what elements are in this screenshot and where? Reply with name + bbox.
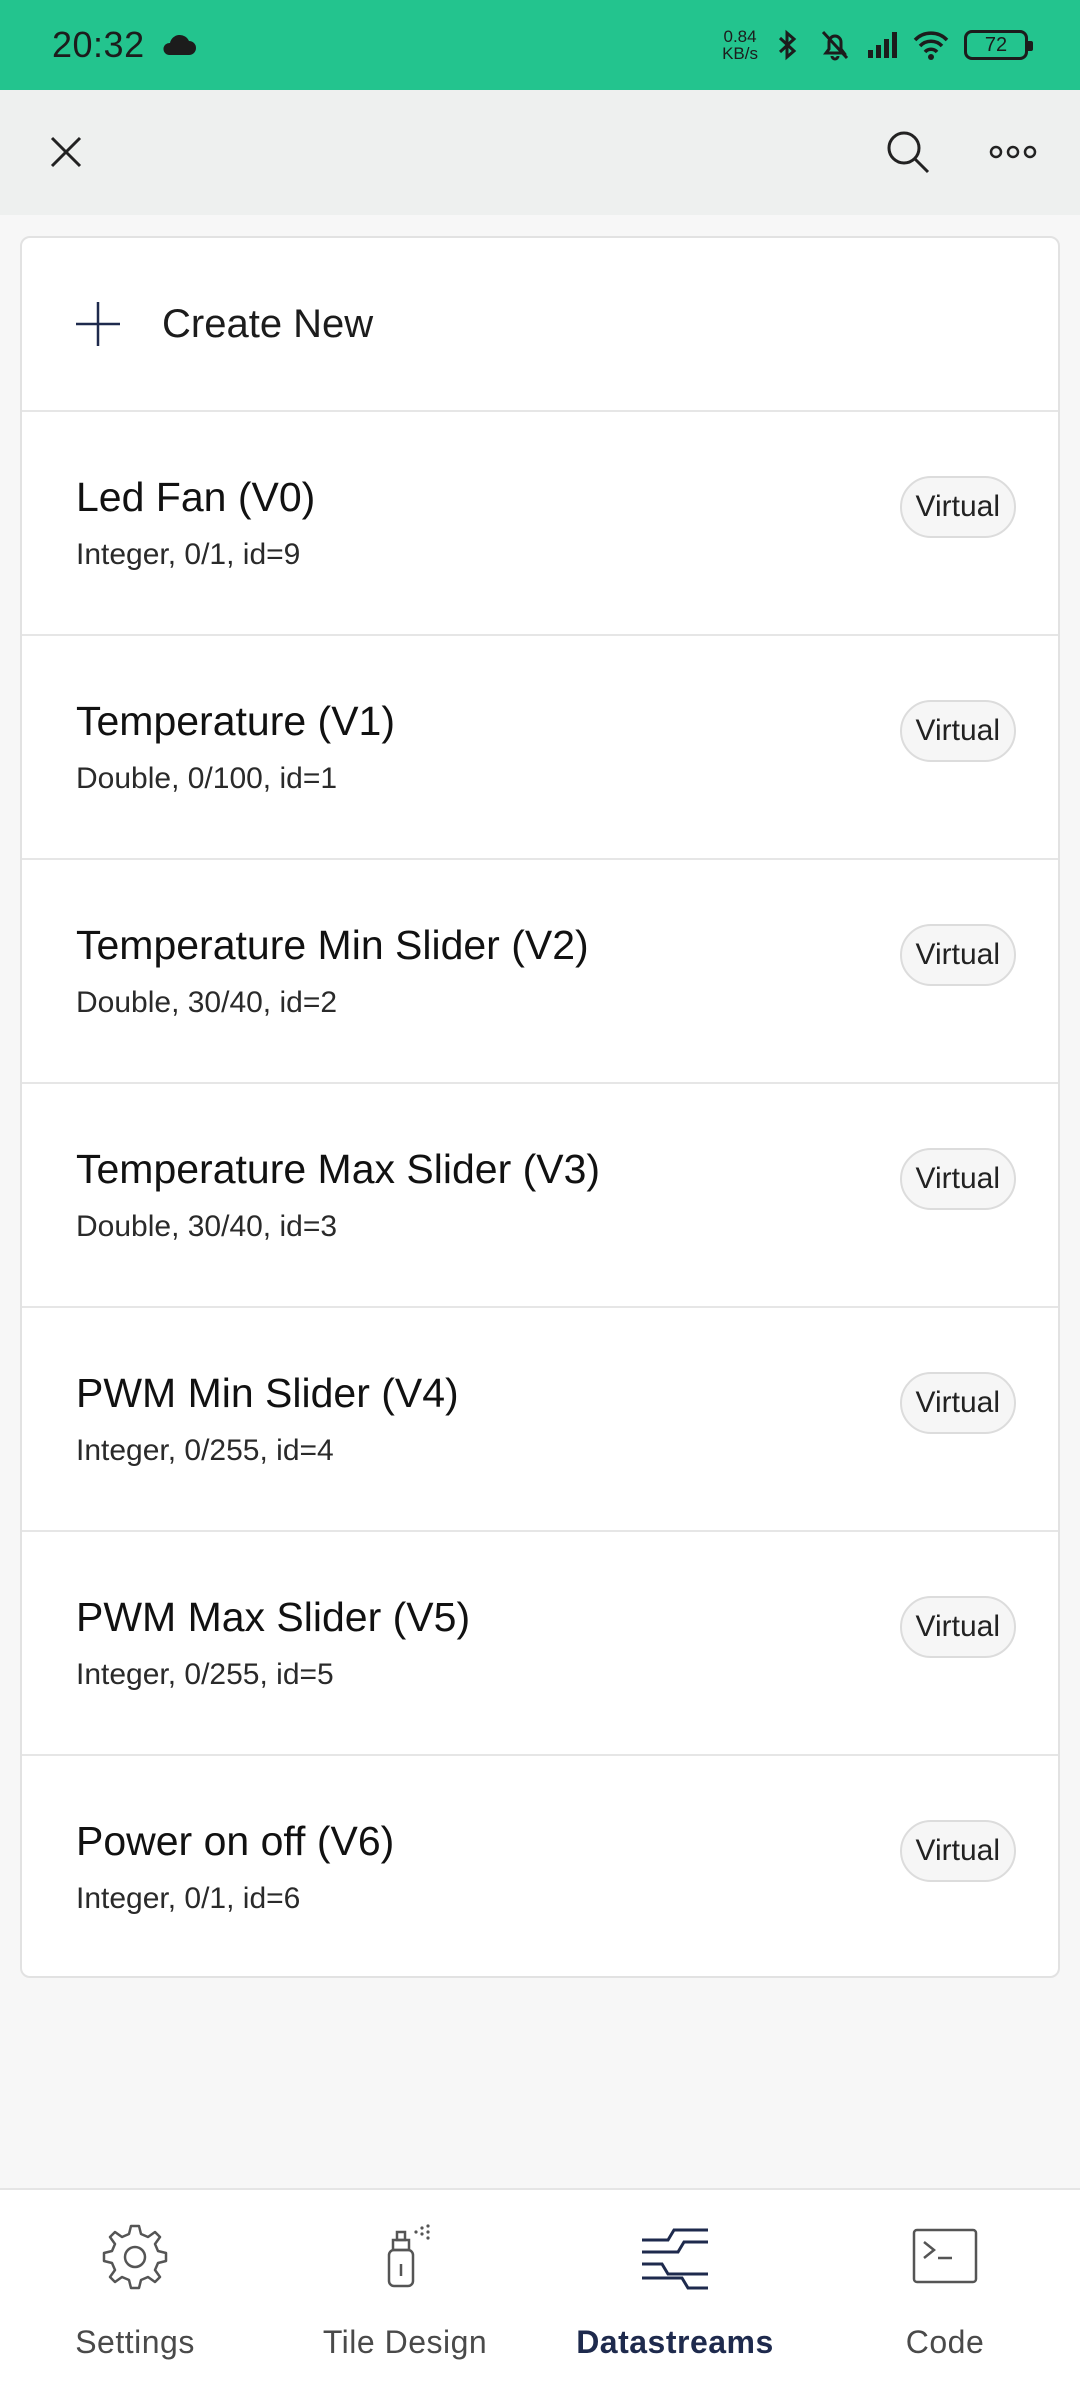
datastream-row[interactable]: Temperature Max Slider (V3) Double, 30/4… [22, 1084, 1058, 1308]
nav-tab-settings[interactable]: Settings [0, 2190, 270, 2400]
nav-tab-code[interactable]: Code [810, 2190, 1080, 2400]
plus-icon [76, 302, 120, 346]
more-options-button[interactable] [981, 120, 1045, 184]
battery-indicator: 72 [964, 30, 1033, 60]
nav-tab-datastreams[interactable]: Datastreams [540, 2190, 810, 2400]
nav-label-datastreams: Datastreams [576, 2324, 774, 2360]
datastream-title: PWM Min Slider (V4) [76, 1370, 459, 1416]
datastream-details: Integer, 0/255, id=5 [76, 1658, 334, 1691]
datastream-type-badge: Virtual [899, 476, 1016, 538]
datastream-type-badge: Virtual [899, 924, 1016, 986]
datastream-row[interactable]: PWM Min Slider (V4) Integer, 0/255, id=4… [22, 1308, 1058, 1532]
bluetooth-icon [778, 29, 797, 61]
datastream-row[interactable]: Led Fan (V0) Integer, 0/1, id=9 Virtual [22, 412, 1058, 636]
close-button[interactable] [34, 120, 98, 184]
datastream-details: Integer, 0/1, id=6 [76, 1882, 301, 1915]
bell-muted-icon [821, 30, 849, 61]
close-icon [50, 136, 82, 168]
net-speed: 0.84 KB/s [722, 28, 758, 62]
datastream-row[interactable]: Temperature Min Slider (V2) Double, 30/4… [22, 860, 1058, 1084]
datastream-title: Temperature (V1) [76, 698, 396, 744]
datastream-row[interactable]: PWM Max Slider (V5) Integer, 0/255, id=5… [22, 1532, 1058, 1756]
datastream-details: Double, 30/40, id=2 [76, 986, 338, 1019]
status-time: 20:32 [52, 24, 145, 65]
more-icon [989, 145, 1037, 159]
datastream-type-badge: Virtual [899, 1596, 1016, 1658]
gear-icon [102, 2224, 168, 2290]
datastream-details: Double, 0/100, id=1 [76, 762, 338, 795]
search-icon [887, 131, 930, 174]
datastream-details: Integer, 0/255, id=4 [76, 1434, 334, 1467]
status-icons: 0.84 KB/s 72 [722, 26, 1033, 64]
net-speed-unit: KB/s [722, 44, 758, 63]
create-new-button[interactable]: Create New [22, 238, 1058, 412]
status-bar: 20:32 0.84 KB/s 72 [0, 0, 1080, 90]
cloud-icon [163, 34, 196, 55]
search-button[interactable] [876, 120, 940, 184]
signal-icon [868, 32, 897, 58]
battery-level: 72 [984, 33, 1008, 56]
datastream-title: Led Fan (V0) [76, 474, 316, 520]
datastream-row[interactable]: Temperature (V1) Double, 0/100, id=1 Vir… [22, 636, 1058, 860]
datastream-title: Temperature Max Slider (V3) [76, 1146, 601, 1192]
datastreams-list: Create New Led Fan (V0) Integer, 0/1, id… [20, 236, 1060, 1978]
datastream-type-badge: Virtual [899, 1372, 1016, 1434]
bottom-navigation: Settings Tile Design Datastreams Code [0, 2188, 1080, 2400]
datastream-type-badge: Virtual [899, 1820, 1016, 1882]
terminal-icon [912, 2228, 978, 2284]
spray-can-icon [387, 2224, 430, 2288]
datastream-details: Double, 30/40, id=3 [76, 1210, 338, 1243]
datastream-title: Temperature Min Slider (V2) [76, 922, 589, 968]
net-speed-value: 0.84 [723, 27, 757, 46]
wifi-icon [913, 31, 949, 60]
nav-label-tile-design: Tile Design [322, 2324, 488, 2360]
datastream-type-badge: Virtual [899, 1148, 1016, 1210]
datastream-details: Integer, 0/1, id=9 [76, 538, 301, 571]
nav-label-settings: Settings [75, 2324, 195, 2360]
top-toolbar [0, 90, 1080, 215]
datastreams-icon [642, 2228, 708, 2290]
datastream-row[interactable]: Power on off (V6) Integer, 0/1, id=6 Vir… [22, 1756, 1058, 1976]
datastream-title: Power on off (V6) [76, 1818, 395, 1864]
datastream-type-badge: Virtual [899, 700, 1016, 762]
datastream-title: PWM Max Slider (V5) [76, 1594, 471, 1640]
create-new-label: Create New [162, 301, 374, 346]
nav-tab-tile-design[interactable]: Tile Design [270, 2190, 540, 2400]
nav-label-code: Code [905, 2324, 985, 2360]
